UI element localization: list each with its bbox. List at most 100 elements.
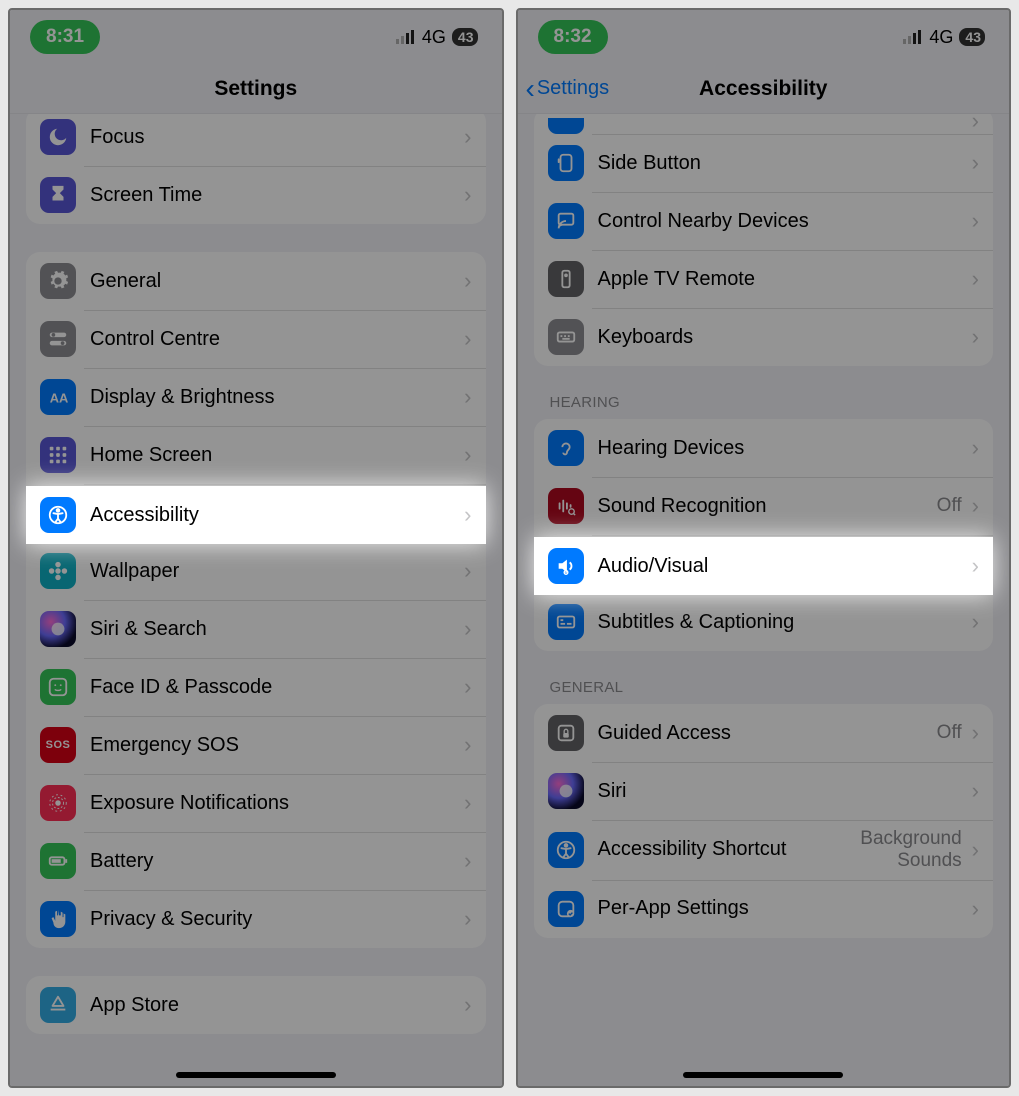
settings-row-top-hidden[interactable]: › [534, 114, 994, 134]
chevron-right-icon: › [464, 848, 471, 874]
phone-accessibility: 8:32 4G 43 ‹ Settings Accessibility ›Sid… [516, 8, 1012, 1088]
row-label: Privacy & Security [90, 908, 464, 931]
settings-row-exposure[interactable]: Exposure Notifications› [26, 774, 486, 832]
signal-icon [903, 30, 923, 44]
keyboard-icon [548, 319, 584, 355]
settings-row-control-centre[interactable]: Control Centre› [26, 310, 486, 368]
settings-row-battery[interactable]: Battery› [26, 832, 486, 890]
battery-icon: 43 [452, 28, 478, 46]
settings-row-general[interactable]: General› [26, 252, 486, 310]
back-button[interactable]: ‹ Settings [526, 75, 610, 103]
settings-row-audio-visual[interactable]: Audio/Visual› [534, 535, 994, 593]
accessibility-list[interactable]: ›Side Button›Control Nearby Devices›Appl… [518, 114, 1010, 1086]
access-icon [40, 495, 76, 531]
row-label: Keyboards [598, 326, 972, 349]
home-indicator[interactable] [683, 1072, 843, 1078]
chevron-right-icon: › [464, 558, 471, 584]
status-bar: 8:31 4G 43 [10, 10, 502, 64]
battery-icon [40, 843, 76, 879]
settings-row-sound-recognition[interactable]: Sound RecognitionOff› [534, 477, 994, 535]
access-icon [548, 832, 584, 868]
settings-row-emergency-sos[interactable]: SOS Emergency SOS› [26, 716, 486, 774]
chevron-right-icon: › [972, 114, 979, 134]
hand-icon [40, 901, 76, 937]
settings-row-accessibility-shortcut[interactable]: Accessibility ShortcutBackground Sounds› [534, 820, 994, 880]
chevron-right-icon: › [464, 384, 471, 410]
status-right: 4G 43 [396, 27, 478, 48]
section-header: HEARING [550, 394, 978, 411]
nav-bar: ‹ Settings Accessibility [518, 64, 1010, 114]
settings-row-siri[interactable]: Siri› [534, 762, 994, 820]
section-header: GENERAL [550, 679, 978, 696]
settings-row-wallpaper[interactable]: Wallpaper› [26, 542, 486, 600]
chevron-right-icon: › [972, 778, 979, 804]
settings-row-subtitles[interactable]: Subtitles & Captioning› [534, 593, 994, 651]
settings-row-control-nearby[interactable]: Control Nearby Devices› [534, 192, 994, 250]
sos-icon: SOS [40, 727, 76, 763]
row-label: Accessibility Shortcut [598, 838, 861, 861]
chevron-right-icon: › [464, 992, 471, 1018]
settings-row-side-button[interactable]: Side Button› [534, 134, 994, 192]
settings-row-hearing-devices[interactable]: Hearing Devices› [534, 419, 994, 477]
row-label: Guided Access [598, 722, 937, 745]
chevron-right-icon: › [464, 616, 471, 642]
ear-icon [548, 430, 584, 466]
home-indicator[interactable] [176, 1072, 336, 1078]
gear-icon [40, 263, 76, 299]
settings-row-per-app[interactable]: Per-App Settings› [534, 880, 994, 938]
sidebtn-icon [548, 145, 584, 181]
row-label: Display & Brightness [90, 386, 464, 409]
svg-text:AA: AA [50, 391, 69, 406]
row-label: Per-App Settings [598, 897, 972, 920]
chevron-right-icon: › [972, 551, 979, 577]
row-label: Focus [90, 126, 464, 149]
settings-group: Focus›Screen Time› [26, 114, 486, 224]
settings-row-app-store[interactable]: App Store› [26, 976, 486, 1034]
row-label: Control Nearby Devices [598, 210, 972, 233]
hourglass-icon [40, 177, 76, 213]
chevron-right-icon: › [464, 442, 471, 468]
page-title: Settings [214, 77, 297, 101]
settings-group: App Store› [26, 976, 486, 1034]
row-label: Exposure Notifications [90, 792, 464, 815]
siri-icon [40, 611, 76, 647]
settings-list[interactable]: Focus›Screen Time›General›Control Centre… [10, 114, 502, 1086]
flower-icon [40, 553, 76, 589]
row-label: App Store [90, 994, 464, 1017]
settings-row-atv-remote[interactable]: Apple TV Remote› [534, 250, 994, 308]
chevron-right-icon: › [464, 268, 471, 294]
switches-icon [40, 321, 76, 357]
settings-row-siri-search[interactable]: Siri & Search› [26, 600, 486, 658]
network-label: 4G [929, 27, 953, 48]
settings-group: General›Control Centre› AA Display & Brigh… [26, 252, 486, 948]
row-label: Subtitles & Captioning [598, 611, 972, 634]
chevron-right-icon: › [972, 208, 979, 234]
row-label: Audio/Visual [598, 553, 972, 576]
settings-row-home-screen[interactable]: Home Screen› [26, 426, 486, 484]
appstore-icon [40, 987, 76, 1023]
settings-row-face-id[interactable]: Face ID & Passcode› [26, 658, 486, 716]
row-label: Emergency SOS [90, 734, 464, 757]
aa-icon: AA [40, 379, 76, 415]
row-label: Siri [598, 780, 972, 803]
settings-row-guided-access[interactable]: Guided AccessOff› [534, 704, 994, 762]
settings-group: ›Side Button›Control Nearby Devices›Appl… [534, 114, 994, 366]
row-label: Hearing Devices [598, 437, 972, 460]
row-label: Home Screen [90, 444, 464, 467]
chevron-right-icon: › [464, 732, 471, 758]
settings-row-accessibility[interactable]: Accessibility› [26, 484, 486, 542]
settings-row-display-brightness[interactable]: AA Display & Brightness› [26, 368, 486, 426]
lock-icon [548, 715, 584, 751]
chevron-right-icon: › [972, 266, 979, 292]
moon-icon [40, 119, 76, 155]
settings-row-focus[interactable]: Focus› [26, 114, 486, 166]
chevron-right-icon: › [972, 896, 979, 922]
row-value: Background Sounds [860, 828, 961, 872]
settings-row-screen-time[interactable]: Screen Time› [26, 166, 486, 224]
perapp-icon [548, 891, 584, 927]
cast-icon [548, 203, 584, 239]
audiovisual-icon [548, 546, 584, 582]
row-value: Off [937, 722, 962, 744]
settings-row-privacy-security[interactable]: Privacy & Security› [26, 890, 486, 948]
settings-row-keyboards[interactable]: Keyboards› [534, 308, 994, 366]
